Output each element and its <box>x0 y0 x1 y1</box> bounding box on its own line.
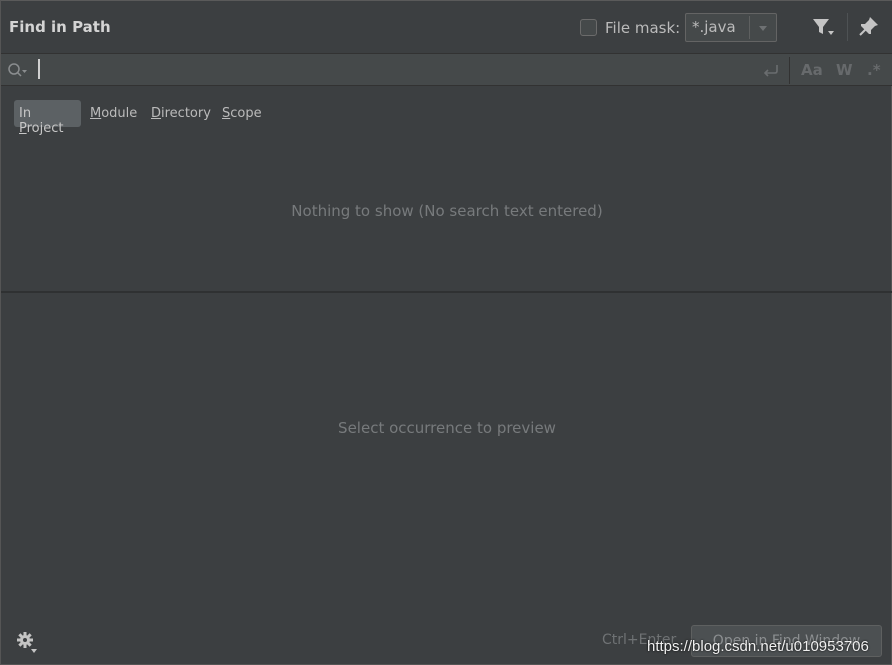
tab-scope[interactable]: Scope <box>218 100 266 127</box>
tab-in-project[interactable]: In Project <box>14 100 81 136</box>
filter-icon[interactable] <box>811 17 835 37</box>
file-mask-label[interactable]: File mask: <box>605 19 680 37</box>
text-caret <box>38 59 40 79</box>
chevron-down-icon[interactable] <box>754 20 772 36</box>
file-mask-value[interactable]: *.java <box>692 18 736 36</box>
file-mask-checkbox[interactable] <box>580 19 597 36</box>
newline-icon[interactable] <box>761 62 781 78</box>
regex-toggle[interactable]: .* <box>867 61 881 79</box>
gear-icon[interactable] <box>15 630 39 654</box>
file-mask-combobox[interactable]: *.java <box>685 13 777 42</box>
search-input[interactable] <box>35 56 755 84</box>
search-history-icon[interactable] <box>7 62 29 78</box>
pin-icon[interactable] <box>858 15 880 37</box>
tab-directory[interactable]: Directory <box>147 100 215 127</box>
dialog-header: Find in Path File mask: *.java <box>1 1 892 53</box>
search-options-divider <box>789 57 790 84</box>
preview-empty-message: Select occurrence to preview <box>338 419 556 437</box>
header-divider <box>847 13 848 41</box>
match-case-toggle[interactable]: Aa <box>801 61 823 79</box>
results-empty-message: Nothing to show (No search text entered) <box>291 202 603 220</box>
search-bar: Aa W .* <box>1 53 892 86</box>
combobox-divider <box>749 16 750 39</box>
tab-module[interactable]: Module <box>86 100 141 127</box>
dialog-title: Find in Path <box>9 18 111 36</box>
find-in-path-dialog: Find in Path File mask: *.java Aa W .* I… <box>0 0 892 665</box>
results-preview-splitter[interactable] <box>1 291 892 293</box>
whole-words-toggle[interactable]: W <box>836 61 853 79</box>
watermark: https://blog.csdn.net/u010953706 <box>647 638 869 655</box>
